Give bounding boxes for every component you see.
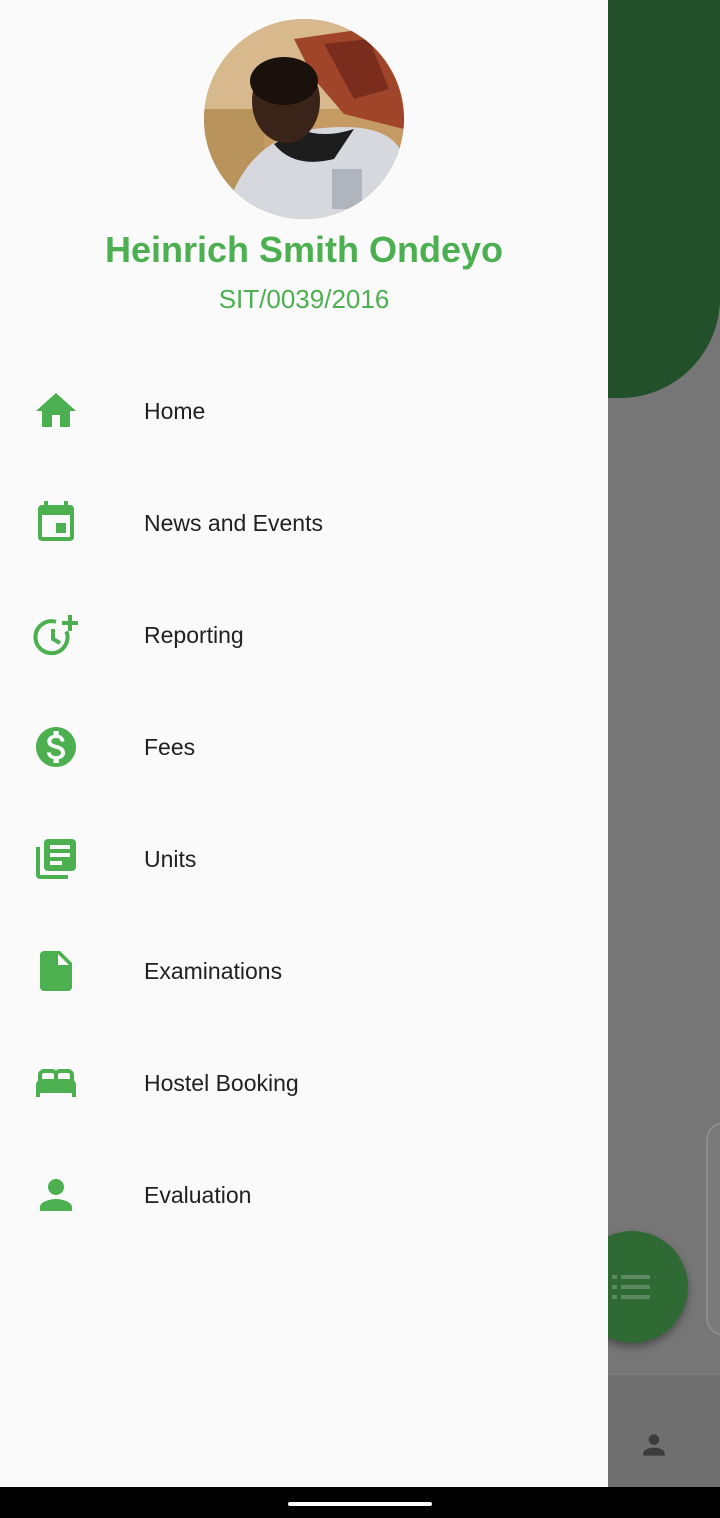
person-icon: [40, 1179, 72, 1211]
menu-item-examinations[interactable]: Examinations: [0, 915, 608, 1027]
library-books-icon: [36, 839, 76, 879]
menu-item-hostel-booking[interactable]: Hostel Booking: [0, 1027, 608, 1139]
menu-item-reporting[interactable]: Reporting: [0, 579, 608, 691]
menu-item-news-and-events[interactable]: News and Events: [0, 467, 608, 579]
background-card: [706, 1122, 720, 1336]
menu-item-label: Reporting: [144, 622, 244, 648]
bed-icon: [36, 1069, 76, 1097]
list-icon: [612, 1275, 650, 1299]
menu-item-label: Home: [144, 398, 206, 424]
system-navigation-bar: [0, 1487, 720, 1518]
clock-plus-icon: [33, 615, 78, 656]
menu-item-units[interactable]: Units: [0, 803, 608, 915]
user-name: Heinrich Smith Ondeyo: [104, 229, 504, 270]
gesture-home-handle[interactable]: [288, 1502, 432, 1506]
menu-item-evaluation[interactable]: Evaluation: [0, 1139, 608, 1251]
menu-item-label: Evaluation: [144, 1182, 252, 1208]
document-icon: [40, 951, 72, 991]
menu-item-fees[interactable]: Fees: [0, 691, 608, 803]
avatar[interactable]: [204, 19, 404, 219]
event-icon: [38, 501, 74, 541]
menu-item-label: Examinations: [144, 958, 283, 984]
menu-item-label: Fees: [144, 734, 196, 760]
menu-item-label: Hostel Booking: [144, 1070, 299, 1096]
menu-item-label: Units: [144, 846, 197, 872]
drawer-menu: Home News and Events Reporting Fees Unit…: [0, 355, 608, 1251]
menu-item-label: News and Events: [144, 510, 323, 536]
profile-tab-icon[interactable]: [638, 1429, 670, 1461]
dollar-circle-icon: [36, 727, 76, 767]
user-registration-number: SIT/0039/2016: [218, 284, 390, 314]
home-icon: [36, 393, 76, 427]
menu-item-home[interactable]: Home: [0, 355, 608, 467]
navigation-drawer: Heinrich Smith Ondeyo SIT/0039/2016 Home…: [0, 0, 608, 1487]
